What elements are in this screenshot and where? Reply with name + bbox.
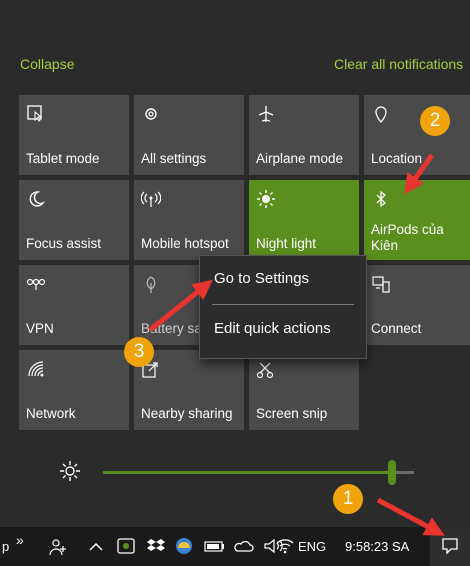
tile-label: Nearby sharing bbox=[141, 406, 233, 421]
tile-label: Focus assist bbox=[26, 236, 102, 251]
tile-label: Mobile hotspot bbox=[141, 236, 229, 251]
step-badge-3: 3 bbox=[124, 337, 154, 367]
tile-label: Connect bbox=[371, 321, 422, 336]
tile-label: Night light bbox=[256, 236, 317, 251]
wifi-icon[interactable] bbox=[275, 537, 295, 555]
tile-context-menu: Go to Settings Edit quick actions bbox=[200, 256, 366, 358]
tile-all-settings[interactable]: All settings bbox=[134, 95, 244, 175]
notification-icon bbox=[442, 538, 458, 555]
settings-gear-icon bbox=[145, 108, 157, 120]
tile-night-light[interactable]: Night light bbox=[249, 180, 359, 260]
onedrive-icon[interactable] bbox=[234, 537, 254, 555]
people-icon[interactable] bbox=[48, 537, 68, 557]
collapse-link[interactable]: Collapse bbox=[20, 56, 74, 72]
tile-airplane-mode[interactable]: Airplane mode bbox=[249, 95, 359, 175]
hidden-spacer bbox=[272, 537, 273, 538]
tile-network[interactable]: Network bbox=[19, 350, 129, 430]
tile-screen-snip[interactable]: Screen snip bbox=[249, 350, 359, 430]
tile-label: Airplane mode bbox=[256, 151, 344, 166]
screen-snip-icon bbox=[256, 362, 274, 379]
clear-all-notifications-link[interactable]: Clear all notifications bbox=[334, 56, 463, 72]
weather-app-icon[interactable] bbox=[174, 536, 194, 556]
location-icon bbox=[375, 106, 387, 124]
tile-label: Tablet mode bbox=[26, 151, 100, 166]
tile-label: Location bbox=[371, 151, 423, 166]
step-badge-2: 2 bbox=[420, 106, 450, 136]
dropbox-icon[interactable] bbox=[146, 536, 166, 556]
tile-bluetooth-airpods[interactable]: AirPods của Kiên bbox=[364, 180, 470, 260]
screenshot-app-icon[interactable] bbox=[116, 536, 136, 556]
tile-location[interactable]: Location bbox=[364, 95, 470, 175]
vpn-icon bbox=[26, 278, 46, 290]
hotspot-icon bbox=[141, 191, 161, 207]
leaf-icon bbox=[146, 276, 156, 293]
taskbar-app-fragment[interactable]: p bbox=[2, 527, 9, 566]
tile-connect[interactable]: Connect bbox=[364, 265, 470, 345]
sun-icon bbox=[257, 190, 275, 208]
brightness-slider-row bbox=[0, 450, 470, 490]
tablet-mode-icon bbox=[27, 105, 43, 122]
tile-label: Screen snip bbox=[256, 406, 328, 421]
brightness-slider-fill bbox=[103, 471, 393, 474]
tile-tablet-mode[interactable]: Tablet mode bbox=[19, 95, 129, 175]
step-badge-1: 1 bbox=[333, 484, 363, 514]
clock[interactable]: 9:58:23 SA bbox=[345, 527, 409, 566]
input-language-indicator[interactable]: ENG bbox=[298, 527, 326, 566]
menu-item-edit-quick-actions[interactable]: Edit quick actions bbox=[214, 320, 331, 337]
tile-label: All settings bbox=[141, 151, 207, 166]
tile-vpn[interactable]: VPN bbox=[19, 265, 129, 345]
menu-item-go-to-settings[interactable]: Go to Settings bbox=[214, 270, 309, 287]
action-center-button[interactable] bbox=[430, 527, 470, 566]
brightness-slider-track[interactable] bbox=[103, 460, 414, 485]
tile-label: VPN bbox=[26, 321, 54, 336]
network-icon bbox=[28, 361, 44, 377]
connect-icon bbox=[372, 276, 390, 293]
taskbar-overflow-chevron[interactable]: » bbox=[16, 521, 24, 560]
taskbar: p » ENG 9:58:23 SA bbox=[0, 527, 470, 566]
tile-label: AirPods của Kiên bbox=[371, 222, 444, 253]
action-center-header: Collapse Clear all notifications bbox=[0, 50, 470, 78]
tile-nearby-sharing[interactable]: Nearby sharing bbox=[134, 350, 244, 430]
brightness-sun-icon bbox=[60, 461, 80, 481]
menu-separator bbox=[212, 304, 354, 305]
airplane-icon bbox=[258, 106, 274, 122]
moon-icon bbox=[29, 191, 46, 207]
bluetooth-icon bbox=[376, 190, 386, 208]
tile-mobile-hotspot[interactable]: Mobile hotspot bbox=[134, 180, 244, 260]
brightness-slider-thumb[interactable] bbox=[388, 460, 397, 485]
tile-label: Network bbox=[26, 406, 76, 421]
tile-focus-assist[interactable]: Focus assist bbox=[19, 180, 129, 260]
show-hidden-icons-chevron-icon[interactable] bbox=[88, 540, 104, 554]
battery-icon[interactable] bbox=[204, 538, 226, 554]
